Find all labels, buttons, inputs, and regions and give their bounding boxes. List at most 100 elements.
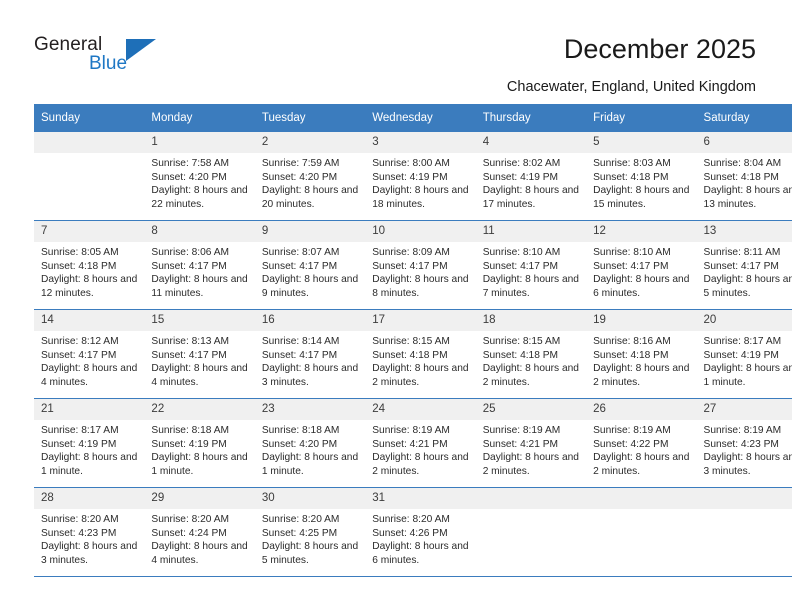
day-sun-info: Sunrise: 8:15 AM Sunset: 4:18 PM Daylight:… — [365, 331, 475, 389]
sunrise-text: Sunrise: 8:18 AM — [151, 425, 230, 436]
sunrise-text: Sunrise: 7:59 AM — [261, 158, 340, 169]
calendar-week-row: 7 Sunrise: 8:05 AM Sunset: 4:18 PM Daylight… — [34, 221, 792, 310]
calendar-week-row: 14 Sunrise: 8:12 AM Sunset: 4:17 PM Dayligh… — [34, 310, 792, 399]
calendar-day-cell[interactable]: 26 Sunrise: 8:19 AM Sunset: 4:22 PM Dayligh… — [586, 399, 697, 488]
calendar-day-cell[interactable]: 29 Sunrise: 8:20 AM Sunset: 4:24 PM Dayligh… — [144, 488, 255, 577]
calendar-day-cell[interactable]: 31 Sunrise: 8:20 AM Sunset: 4:26 PM Dayligh… — [365, 488, 476, 577]
calendar-table: Sunday Monday Tuesday Wednesday Thursday… — [34, 104, 792, 577]
calendar-day-cell[interactable]: 23 Sunrise: 8:18 AM Sunset: 4:20 PM Dayligh… — [254, 399, 366, 488]
calendar-day-cell[interactable]: 18 Sunrise: 8:15 AM Sunset: 4:18 PM Dayligh… — [475, 310, 587, 399]
calendar-day-cell[interactable]: 17 Sunrise: 8:15 AM Sunset: 4:18 PM Dayligh… — [365, 310, 476, 399]
calendar-day-cell[interactable]: 12 Sunrise: 8:10 AM Sunset: 4:17 PM Dayligh… — [586, 221, 697, 310]
sunset-text: Sunset: 4:20 PM — [261, 171, 338, 183]
sunset-text: Sunset: 4:17 PM — [261, 349, 338, 361]
sunrise-text: Sunrise: 8:13 AM — [151, 336, 230, 347]
sunset-text: Sunset: 4:19 PM — [372, 171, 448, 183]
day-sun-info: Sunrise: 8:06 AM Sunset: 4:17 PM Daylight:… — [144, 242, 254, 300]
sunrise-text: Sunrise: 8:10 AM — [482, 247, 561, 258]
sunset-text: Sunset: 4:17 PM — [41, 349, 117, 361]
daylight-text: Daylight: 8 hours and 5 minutes. — [703, 274, 792, 299]
calendar-header-row: Sunday Monday Tuesday Wednesday Thursday… — [34, 104, 792, 132]
weekday-header-wednesday: Wednesday — [365, 104, 476, 132]
weekday-header-thursday: Thursday — [475, 104, 587, 132]
sunrise-text: Sunrise: 8:15 AM — [482, 336, 561, 347]
calendar-day-cell[interactable]: 19 Sunrise: 8:16 AM Sunset: 4:18 PM Dayligh… — [586, 310, 697, 399]
calendar-day-cell[interactable]: 20 Sunrise: 8:17 AM Sunset: 4:19 PM Dayligh… — [696, 310, 792, 399]
day-number — [586, 488, 697, 509]
day-sun-info: Sunrise: 8:13 AM Sunset: 4:17 PM Daylight:… — [144, 331, 254, 389]
calendar-day-cell[interactable]: 28 Sunrise: 8:20 AM Sunset: 4:23 PM Dayligh… — [34, 488, 145, 577]
calendar-day-cell-empty — [34, 132, 145, 221]
calendar-day-cell[interactable]: 24 Sunrise: 8:19 AM Sunset: 4:21 PM Dayligh… — [365, 399, 476, 488]
day-number: 10 — [365, 221, 476, 242]
calendar-day-cell[interactable]: 5 Sunrise: 8:03 AM Sunset: 4:18 PM Daylight… — [586, 132, 697, 221]
day-number: 17 — [365, 310, 476, 331]
calendar-day-cell[interactable]: 9 Sunrise: 8:07 AM Sunset: 4:17 PM Daylight… — [254, 221, 366, 310]
day-number: 24 — [365, 399, 476, 420]
calendar-day-cell[interactable]: 30 Sunrise: 8:20 AM Sunset: 4:25 PM Dayligh… — [254, 488, 366, 577]
day-sun-info: Sunrise: 8:20 AM Sunset: 4:24 PM Daylight:… — [144, 509, 254, 567]
calendar-day-cell[interactable]: 10 Sunrise: 8:09 AM Sunset: 4:17 PM Dayligh… — [365, 221, 476, 310]
calendar-day-cell[interactable]: 27 Sunrise: 8:19 AM Sunset: 4:23 PM Dayligh… — [696, 399, 792, 488]
weekday-header-tuesday: Tuesday — [254, 104, 366, 132]
daylight-text: Daylight: 8 hours and 3 minutes. — [41, 541, 138, 566]
calendar-day-cell[interactable]: 3 Sunrise: 8:00 AM Sunset: 4:19 PM Daylight… — [365, 132, 476, 221]
sunset-text: Sunset: 4:26 PM — [372, 527, 448, 539]
calendar-day-cell[interactable]: 21 Sunrise: 8:17 AM Sunset: 4:19 PM Dayligh… — [34, 399, 145, 488]
sunset-text: Sunset: 4:21 PM — [372, 438, 448, 450]
sunset-text: Sunset: 4:19 PM — [151, 438, 227, 450]
day-number: 18 — [475, 310, 587, 331]
sunrise-text: Sunrise: 8:19 AM — [372, 425, 450, 436]
calendar-day-cell[interactable]: 25 Sunrise: 8:19 AM Sunset: 4:21 PM Dayligh… — [475, 399, 587, 488]
calendar-day-cell[interactable]: 7 Sunrise: 8:05 AM Sunset: 4:18 PM Daylight… — [34, 221, 145, 310]
day-number — [34, 132, 145, 153]
calendar-day-cell[interactable]: 2 Sunrise: 7:59 AM Sunset: 4:20 PM Daylight… — [254, 132, 366, 221]
sunrise-text: Sunrise: 8:17 AM — [41, 425, 119, 436]
sunset-text: Sunset: 4:25 PM — [261, 527, 338, 539]
day-sun-info: Sunrise: 8:20 AM Sunset: 4:23 PM Daylight:… — [34, 509, 144, 567]
sunrise-text: Sunrise: 8:20 AM — [372, 514, 450, 525]
sunset-text: Sunset: 4:18 PM — [593, 171, 669, 183]
daylight-text: Daylight: 8 hours and 1 minute. — [151, 452, 248, 477]
day-number: 25 — [475, 399, 587, 420]
day-sun-info: Sunrise: 8:17 AM Sunset: 4:19 PM Daylight:… — [697, 331, 792, 389]
calendar-day-cell[interactable]: 16 Sunrise: 8:14 AM Sunset: 4:17 PM Dayligh… — [254, 310, 366, 399]
day-number: 5 — [586, 132, 697, 153]
general-blue-logo[interactable]: General Blue — [34, 34, 156, 80]
calendar-day-cell-empty — [586, 488, 697, 577]
sunset-text: Sunset: 4:20 PM — [151, 171, 227, 183]
daylight-text: Daylight: 8 hours and 13 minutes. — [703, 185, 792, 210]
calendar-day-cell[interactable]: 22 Sunrise: 8:18 AM Sunset: 4:19 PM Dayligh… — [144, 399, 255, 488]
day-sun-info: Sunrise: 8:10 AM Sunset: 4:17 PM Daylight:… — [476, 242, 586, 300]
weekday-header-sunday: Sunday — [34, 104, 145, 132]
day-number: 4 — [475, 132, 587, 153]
calendar-day-cell[interactable]: 11 Sunrise: 8:10 AM Sunset: 4:17 PM Dayligh… — [475, 221, 587, 310]
day-number: 12 — [586, 221, 697, 242]
calendar-day-cell[interactable]: 13 Sunrise: 8:11 AM Sunset: 4:17 PM Dayligh… — [696, 221, 792, 310]
day-sun-info: Sunrise: 8:19 AM Sunset: 4:21 PM Daylight:… — [365, 420, 475, 478]
daylight-text: Daylight: 8 hours and 18 minutes. — [372, 185, 469, 210]
sunset-text: Sunset: 4:21 PM — [482, 438, 559, 450]
day-number: 22 — [144, 399, 255, 420]
calendar-day-cell[interactable]: 1 Sunrise: 7:58 AM Sunset: 4:20 PM Daylight… — [144, 132, 255, 221]
daylight-text: Daylight: 8 hours and 1 minute. — [703, 363, 792, 388]
calendar-body: 1 Sunrise: 7:58 AM Sunset: 4:20 PM Daylight… — [34, 132, 792, 577]
calendar-day-cell[interactable]: 4 Sunrise: 8:02 AM Sunset: 4:19 PM Daylight… — [475, 132, 587, 221]
daylight-text: Daylight: 8 hours and 2 minutes. — [372, 452, 469, 477]
calendar-day-cell[interactable]: 6 Sunrise: 8:04 AM Sunset: 4:18 PM Daylight… — [696, 132, 792, 221]
weekday-header-saturday: Saturday — [696, 104, 792, 132]
daylight-text: Daylight: 8 hours and 1 minute. — [41, 452, 138, 477]
day-sun-info: Sunrise: 8:20 AM Sunset: 4:26 PM Daylight:… — [365, 509, 475, 567]
day-number: 26 — [586, 399, 697, 420]
sunrise-text: Sunrise: 8:11 AM — [703, 247, 781, 258]
daylight-text: Daylight: 8 hours and 2 minutes. — [482, 452, 579, 477]
daylight-text: Daylight: 8 hours and 2 minutes. — [593, 363, 690, 388]
daylight-text: Daylight: 8 hours and 6 minutes. — [372, 541, 469, 566]
calendar-day-cell[interactable]: 8 Sunrise: 8:06 AM Sunset: 4:17 PM Daylight… — [144, 221, 255, 310]
calendar-day-cell[interactable]: 15 Sunrise: 8:13 AM Sunset: 4:17 PM Dayligh… — [144, 310, 255, 399]
day-number: 8 — [144, 221, 255, 242]
day-sun-info: Sunrise: 8:18 AM Sunset: 4:19 PM Daylight:… — [144, 420, 254, 478]
sunrise-text: Sunrise: 8:04 AM — [703, 158, 782, 169]
calendar-day-cell[interactable]: 14 Sunrise: 8:12 AM Sunset: 4:17 PM Dayligh… — [34, 310, 145, 399]
sunset-text: Sunset: 4:24 PM — [151, 527, 227, 539]
